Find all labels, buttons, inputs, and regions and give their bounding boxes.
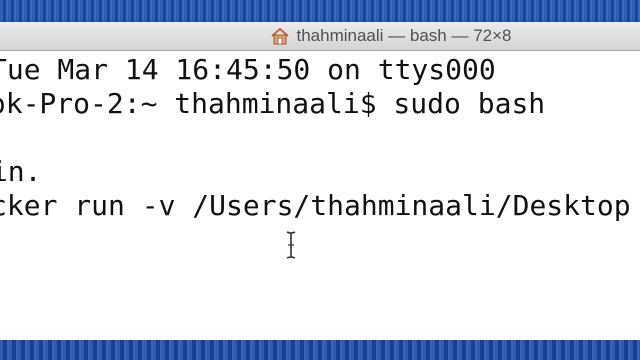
title-bar[interactable]: thahminaali — bash — 72×8 xyxy=(0,22,640,51)
home-icon xyxy=(269,27,291,45)
desktop-background-bottom xyxy=(0,340,640,360)
terminal-line-command: cker run -v /Users/thahminaali/Desktop xyxy=(0,189,631,222)
terminal-content[interactable]: Tue Mar 14 16:45:50 on ttys000 ook-Pro-2… xyxy=(0,51,640,340)
terminal-line-login: Tue Mar 14 16:45:50 on ttys000 xyxy=(0,53,496,86)
desktop-background-top xyxy=(0,0,640,22)
terminal-line-message: ain. xyxy=(0,155,42,188)
terminal-line-prompt: ook-Pro-2:~ thahminaali$ sudo bash xyxy=(0,87,546,120)
window-title: thahminaali — bash — 72×8 xyxy=(296,26,512,45)
ibeam-cursor-icon xyxy=(285,230,297,260)
terminal-window[interactable]: thahminaali — bash — 72×8 Tue Mar 14 16:… xyxy=(0,22,640,340)
